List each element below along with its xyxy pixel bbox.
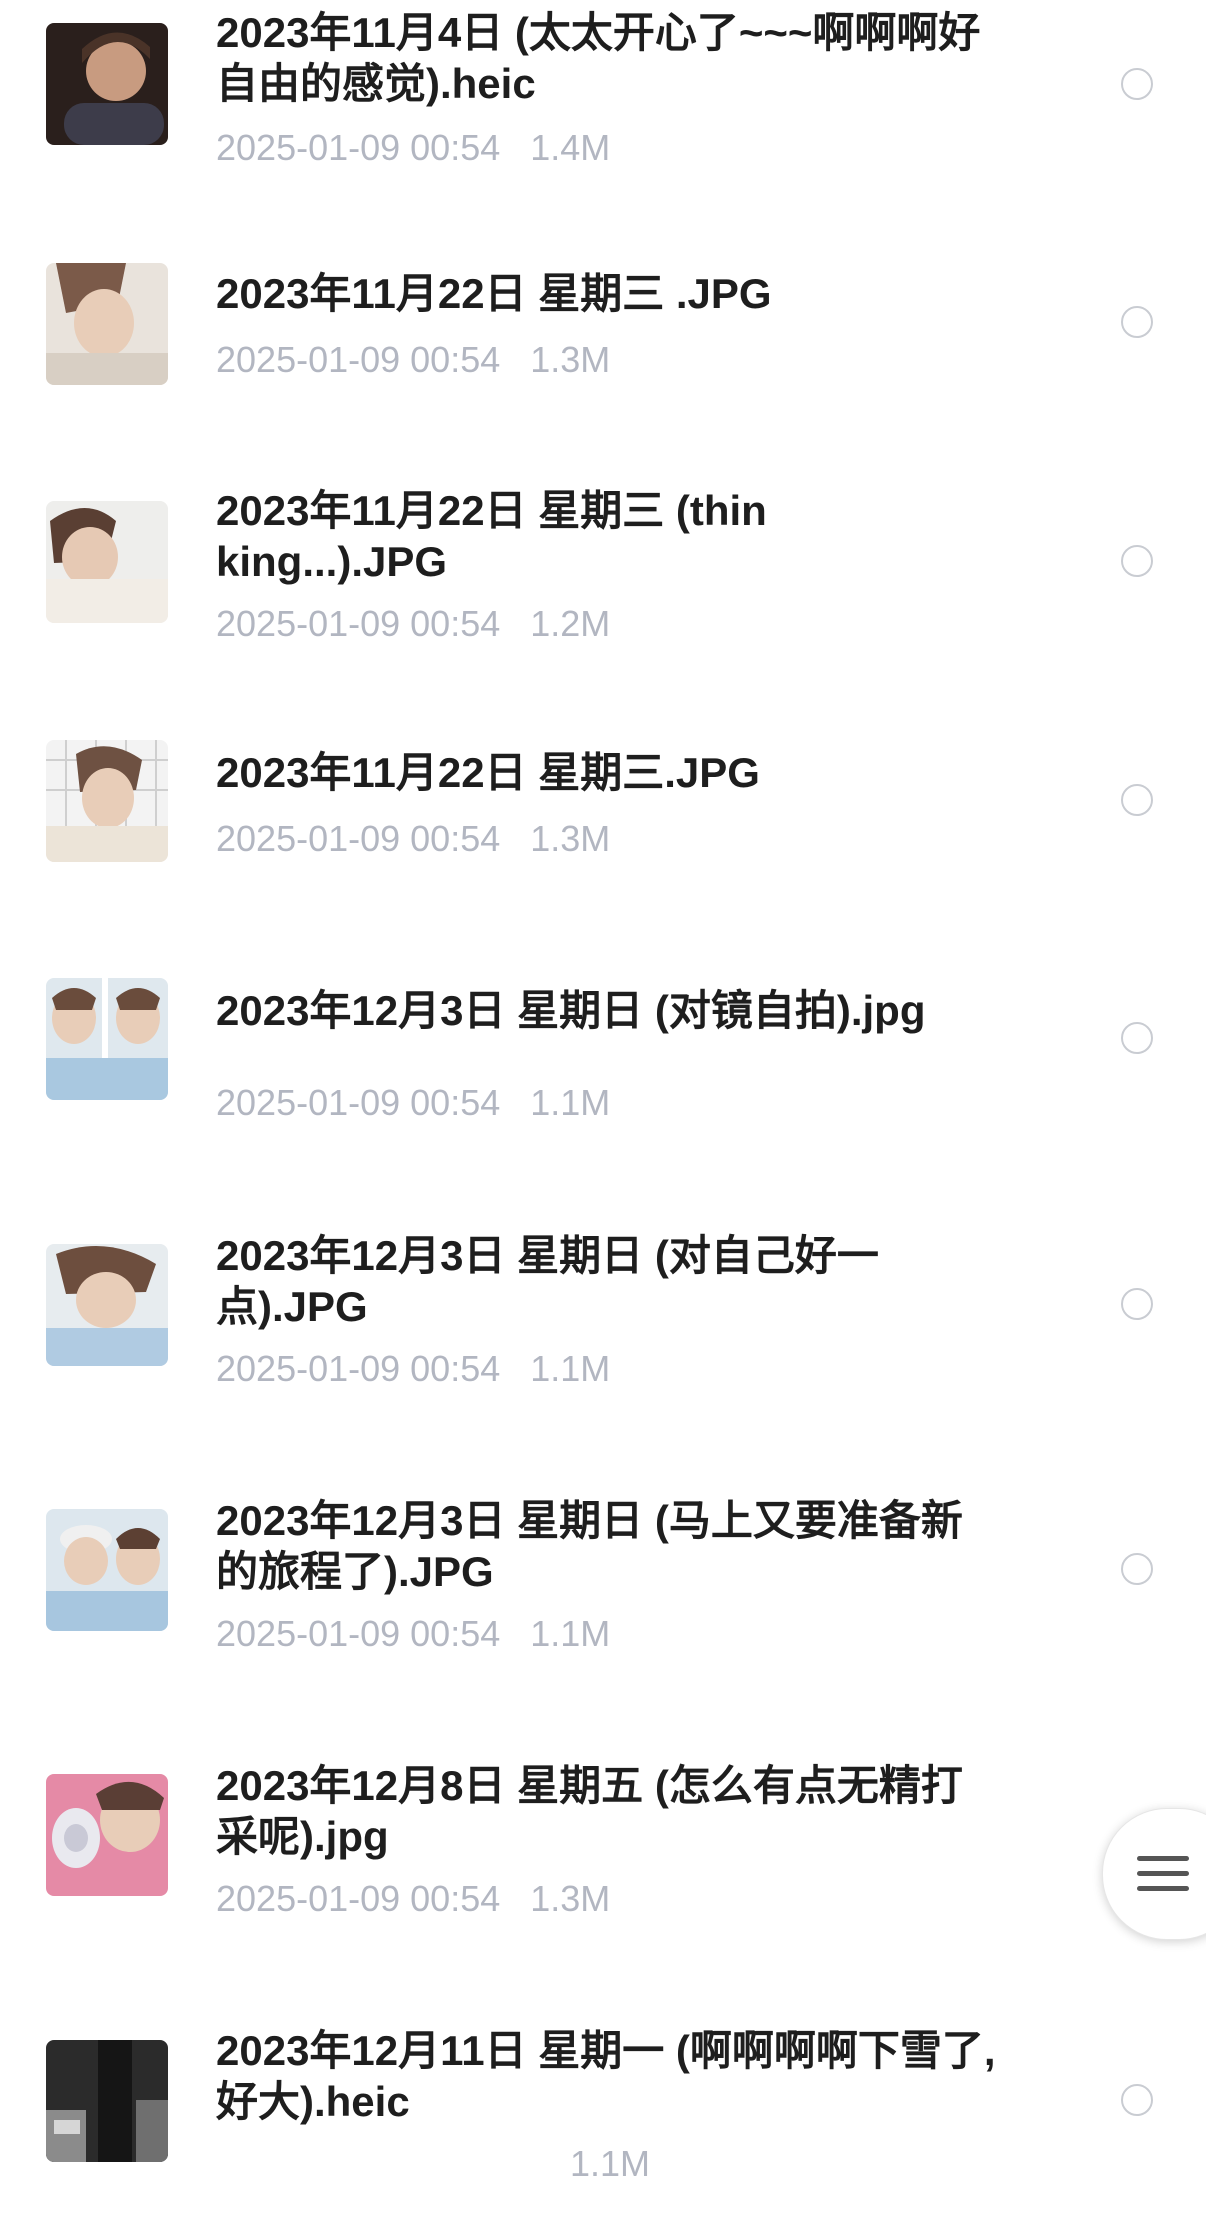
photo-thumbnail-icon[interactable] bbox=[46, 263, 168, 385]
photo-thumbnail-icon[interactable] bbox=[46, 1774, 168, 1896]
file-meta: 2025-01-09 00:54 1.1M bbox=[216, 1347, 610, 1391]
file-date: 2025-01-09 00:54 bbox=[216, 818, 501, 859]
file-date: 2025-01-09 00:54 bbox=[216, 1878, 501, 1919]
file-meta: 2025-01-09 00:54 1.3M bbox=[216, 1877, 610, 1921]
file-size: 1.1M bbox=[530, 1613, 611, 1654]
file-row[interactable]: 2023年11月22日 星期三 .JPG 2025-01-09 00:54 1.3… bbox=[0, 196, 1206, 435]
select-radio[interactable] bbox=[1121, 1288, 1153, 1320]
file-date: 2025-01-09 00:54 bbox=[216, 1082, 501, 1123]
select-radio[interactable] bbox=[1121, 68, 1153, 100]
file-row[interactable]: 2023年12月3日 星期日 (马上又要准备新的旅程了).JPG 2025-01… bbox=[0, 1418, 1206, 1683]
select-radio[interactable] bbox=[1121, 1022, 1153, 1054]
menu-icon bbox=[1137, 1856, 1189, 1901]
photo-thumbnail-icon[interactable] bbox=[46, 1509, 168, 1631]
file-date: 2025-01-09 00:54 bbox=[216, 1348, 501, 1389]
file-row[interactable]: 2023年12月8日 星期五 (怎么有点无精打采呢).jpg 2025-01-0… bbox=[0, 1683, 1206, 1948]
file-list: 2023年11月4日 (太太开心了~~~啊啊啊好自由的感觉).heic 2025… bbox=[0, 0, 1206, 2218]
file-meta: 2025-01-09 00:54 1.4M bbox=[216, 126, 610, 170]
file-row[interactable]: 2023年12月11日 星期一 (啊啊啊啊下雪了,好大).heic 1.1M bbox=[0, 1948, 1206, 2218]
file-meta: 2025-01-09 00:54 1.1M bbox=[216, 1081, 610, 1125]
file-meta: 2025-01-09 00:54 1.2M bbox=[216, 602, 610, 646]
file-date: 2025-01-09 00:54 bbox=[216, 339, 501, 380]
photo-thumbnail-icon[interactable] bbox=[46, 2040, 168, 2162]
select-radio[interactable] bbox=[1121, 306, 1153, 338]
file-row[interactable]: 2023年11月22日 星期三 (thinking...).JPG 2025-0… bbox=[0, 435, 1206, 675]
file-name: 2023年11月4日 (太太开心了~~~啊啊啊好自由的感觉).heic bbox=[216, 9, 981, 107]
file-date: 2025-01-09 00:54 bbox=[216, 603, 501, 644]
file-name: 2023年12月3日 星期日 (马上又要准备新的旅程了).JPG bbox=[216, 1497, 963, 1595]
file-name: 2023年12月3日 星期日 (对镜自拍).jpg bbox=[216, 987, 926, 1034]
file-size: 1.1M bbox=[530, 1082, 611, 1123]
file-name: 2023年11月22日 星期三.JPG bbox=[216, 749, 760, 796]
file-meta: 2025-01-09 00:54 1.3M bbox=[216, 817, 610, 861]
photo-thumbnail-icon[interactable] bbox=[46, 1244, 168, 1366]
select-radio[interactable] bbox=[1121, 784, 1153, 816]
file-name: 2023年11月22日 星期三 (thinking...).JPG bbox=[216, 487, 767, 585]
file-name: 2023年12月8日 星期五 (怎么有点无精打采呢).jpg bbox=[216, 1762, 963, 1860]
photo-thumbnail-icon[interactable] bbox=[46, 978, 168, 1100]
file-row[interactable]: 2023年12月3日 星期日 (对镜自拍).jpg 2025-01-09 00:… bbox=[0, 913, 1206, 1153]
file-row[interactable]: 2023年11月22日 星期三.JPG 2025-01-09 00:54 1.3M bbox=[0, 675, 1206, 913]
select-radio[interactable] bbox=[1121, 2084, 1153, 2116]
file-meta: 2025-01-09 00:54 1.3M bbox=[216, 338, 610, 382]
file-row[interactable]: 2023年11月4日 (太太开心了~~~啊啊啊好自由的感觉).heic 2025… bbox=[0, 0, 1206, 196]
file-name: 2023年12月11日 星期一 (啊啊啊啊下雪了,好大).heic bbox=[216, 2027, 996, 2125]
file-size: 1.4M bbox=[530, 127, 611, 168]
file-size: 1.2M bbox=[530, 603, 611, 644]
file-date: 2025-01-09 00:54 bbox=[216, 1613, 501, 1654]
select-radio[interactable] bbox=[1121, 1553, 1153, 1585]
file-size: 1.3M bbox=[530, 1878, 611, 1919]
file-name: 2023年12月3日 星期日 (对自己好一点).JPG bbox=[216, 1232, 879, 1330]
file-row[interactable]: 2023年12月3日 星期日 (对自己好一点).JPG 2025-01-09 0… bbox=[0, 1153, 1206, 1418]
photo-thumbnail-icon[interactable] bbox=[46, 740, 168, 862]
file-size: 1.1M bbox=[530, 1348, 611, 1389]
file-meta: 2025-01-09 00:54 1.1M bbox=[216, 1612, 610, 1656]
photo-thumbnail-icon[interactable] bbox=[46, 501, 168, 623]
photo-thumbnail-icon[interactable] bbox=[46, 23, 168, 145]
select-radio[interactable] bbox=[1121, 545, 1153, 577]
file-meta: 1.1M bbox=[216, 2142, 650, 2186]
file-size: 1.3M bbox=[530, 818, 611, 859]
file-size: 1.3M bbox=[530, 339, 611, 380]
file-name: 2023年11月22日 星期三 .JPG bbox=[216, 270, 772, 317]
file-size: 1.1M bbox=[570, 2143, 651, 2184]
file-date: 2025-01-09 00:54 bbox=[216, 127, 501, 168]
